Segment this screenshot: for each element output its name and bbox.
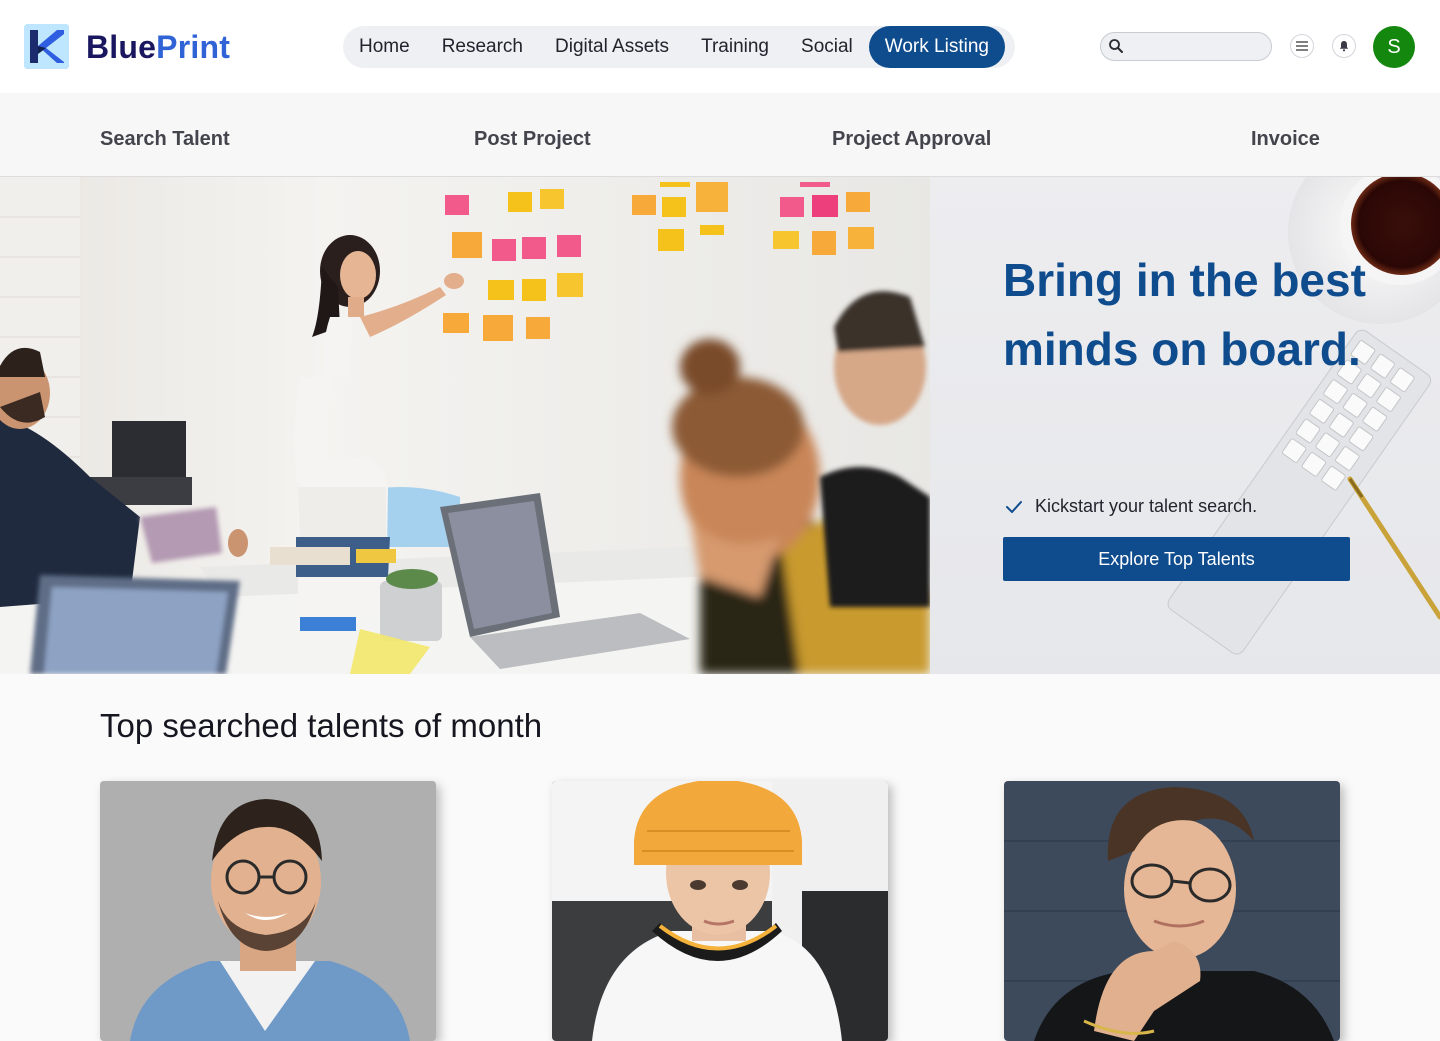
main-nav: Home Research Digital Assets Training So… bbox=[343, 26, 1015, 68]
menu-button[interactable] bbox=[1290, 34, 1314, 58]
nav-home[interactable]: Home bbox=[343, 26, 426, 68]
nav-research[interactable]: Research bbox=[426, 26, 539, 68]
search-icon bbox=[1109, 39, 1123, 53]
hero-banner: Bring in the best minds on board. bbox=[0, 177, 1440, 674]
talent-photo-3 bbox=[1004, 781, 1340, 1041]
search-input[interactable] bbox=[1127, 33, 1267, 60]
sub-nav: Search Talent Post Project Project Appro… bbox=[0, 93, 1440, 177]
talent-photo-1 bbox=[100, 781, 436, 1041]
talent-photo-2 bbox=[552, 781, 888, 1041]
brand-logo[interactable]: BluePrint bbox=[24, 24, 230, 69]
menu-list-icon bbox=[1296, 41, 1308, 51]
search-box bbox=[1100, 32, 1272, 61]
user-avatar[interactable]: S bbox=[1373, 26, 1415, 68]
subnav-project-approval[interactable]: Project Approval bbox=[832, 129, 991, 149]
subnav-post-project[interactable]: Post Project bbox=[474, 129, 591, 149]
blueprint-logo-icon bbox=[24, 24, 69, 69]
nav-work-listing[interactable]: Work Listing bbox=[868, 26, 1005, 68]
hero-checklist-item: Kickstart your talent search. bbox=[1005, 496, 1257, 517]
subnav-search-talent[interactable]: Search Talent bbox=[100, 129, 230, 149]
hero-headline: Bring in the best minds on board. bbox=[1003, 254, 1366, 375]
talent-card[interactable] bbox=[1004, 781, 1340, 1041]
team-meeting-photo bbox=[0, 177, 930, 674]
talent-card[interactable] bbox=[552, 781, 888, 1041]
check-icon bbox=[1006, 500, 1022, 513]
nav-social[interactable]: Social bbox=[785, 26, 869, 68]
checklist-text: Kickstart your talent search. bbox=[1035, 496, 1258, 516]
nav-digital-assets[interactable]: Digital Assets bbox=[539, 26, 685, 68]
bell-icon bbox=[1339, 41, 1349, 52]
nav-training[interactable]: Training bbox=[685, 26, 785, 68]
section-title: Top searched talents of month bbox=[100, 707, 543, 744]
subnav-invoice[interactable]: Invoice bbox=[1251, 129, 1320, 149]
notifications-button[interactable] bbox=[1332, 34, 1356, 58]
explore-top-talents-button[interactable]: Explore Top Talents bbox=[1003, 537, 1350, 581]
brand-name: BluePrint bbox=[86, 28, 231, 65]
top-header: BluePrint Home Research Digital Assets T… bbox=[0, 0, 1440, 93]
talent-card[interactable] bbox=[100, 781, 436, 1041]
